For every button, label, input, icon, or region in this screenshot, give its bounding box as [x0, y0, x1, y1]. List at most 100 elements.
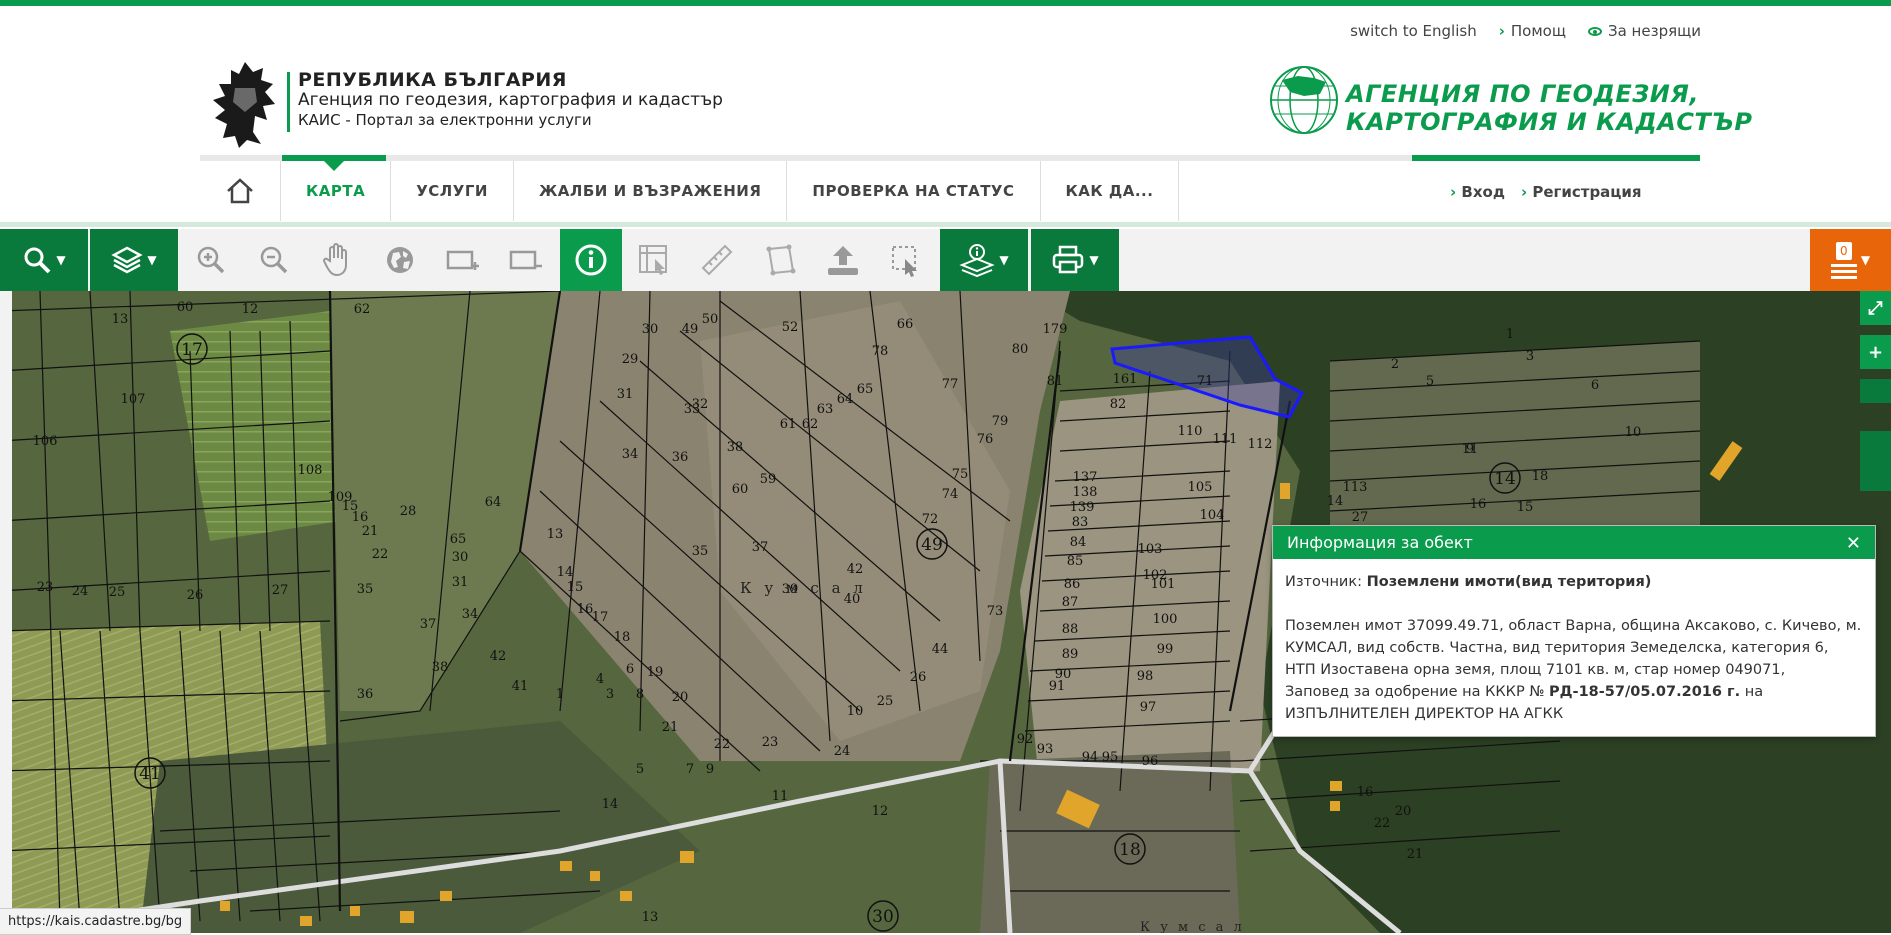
- parcel-number-label[interactable]: 38: [432, 660, 449, 675]
- parcel-number-label[interactable]: 18: [1532, 469, 1549, 484]
- accessibility-link[interactable]: За незрящи: [1587, 22, 1701, 40]
- parcel-number-label[interactable]: 10: [847, 704, 864, 719]
- parcel-number-label[interactable]: 99: [1157, 642, 1174, 657]
- parcel-number-label[interactable]: 76: [977, 432, 994, 447]
- parcel-number-label[interactable]: 104: [1200, 508, 1225, 523]
- parcel-number-label[interactable]: 37: [752, 540, 769, 555]
- parcel-number-label[interactable]: 26: [910, 670, 927, 685]
- parcel-number-label[interactable]: 42: [847, 562, 864, 577]
- parcel-number-label[interactable]: 75: [952, 467, 969, 482]
- parcel-number-label[interactable]: 2: [1391, 357, 1399, 372]
- parcel-number-label[interactable]: 81: [1047, 374, 1064, 389]
- parcel-number-label[interactable]: 79: [992, 414, 1009, 429]
- parcel-number-label[interactable]: 87: [1062, 595, 1079, 610]
- parcel-number-label[interactable]: 22: [372, 547, 389, 562]
- parcel-number-label[interactable]: 27: [1352, 510, 1369, 525]
- parcel-number-label[interactable]: 5: [636, 762, 644, 777]
- parcel-number-label[interactable]: 60: [732, 482, 749, 497]
- parcel-number-label[interactable]: 11: [1462, 442, 1479, 457]
- upload-button[interactable]: [812, 229, 874, 291]
- parcel-number-label[interactable]: 97: [1140, 700, 1157, 715]
- tab-services[interactable]: УСЛУГИ: [391, 161, 514, 221]
- zoom-box-in-button[interactable]: [432, 229, 494, 291]
- parcel-number-label[interactable]: 107: [121, 392, 146, 407]
- basket-button[interactable]: 0 ▼: [1810, 229, 1891, 291]
- parcel-number-label[interactable]: 95: [1102, 750, 1119, 765]
- parcel-number-label[interactable]: 35: [357, 582, 374, 597]
- parcel-number-label[interactable]: 93: [1037, 742, 1054, 757]
- parcel-number-label[interactable]: 179: [1043, 322, 1068, 337]
- parcel-number-label[interactable]: 64: [837, 392, 854, 407]
- parcel-number-label[interactable]: 14: [1327, 494, 1344, 509]
- parcel-number-label[interactable]: 65: [857, 382, 874, 397]
- search-tool-button[interactable]: ▼: [0, 229, 88, 291]
- parcel-number-label[interactable]: 89: [1062, 647, 1079, 662]
- parcel-number-label[interactable]: 34: [622, 447, 639, 462]
- parcel-number-label[interactable]: 6: [626, 662, 634, 677]
- tab-status-check[interactable]: ПРОВЕРКА НА СТАТУС: [787, 161, 1041, 221]
- parcel-number-label[interactable]: 28: [400, 504, 417, 519]
- parcel-number-label[interactable]: 41: [512, 679, 529, 694]
- parcel-number-label[interactable]: 82: [1110, 397, 1127, 412]
- parcel-number-label[interactable]: 94: [1082, 750, 1099, 765]
- parcel-number-label[interactable]: 110: [1178, 424, 1203, 439]
- parcel-number-label[interactable]: 106: [33, 434, 58, 449]
- parcel-number-label[interactable]: 1: [556, 687, 564, 702]
- parcel-number-label[interactable]: 22: [714, 737, 731, 752]
- parcel-number-label[interactable]: 98: [1137, 669, 1154, 684]
- parcel-number-label[interactable]: 61: [780, 417, 797, 432]
- parcel-number-label[interactable]: 88: [1062, 622, 1079, 637]
- parcel-number-label[interactable]: 85: [1067, 554, 1084, 569]
- parcel-number-label[interactable]: 59: [760, 472, 777, 487]
- parcel-number-label[interactable]: 91: [1049, 679, 1066, 694]
- parcel-number-label[interactable]: 113: [1343, 480, 1368, 495]
- parcel-number-label[interactable]: 6: [1591, 378, 1599, 393]
- parcel-number-label[interactable]: 1: [1506, 327, 1514, 342]
- parcel-number-label[interactable]: 96: [1142, 754, 1159, 769]
- parcel-number-label[interactable]: 24: [72, 584, 89, 599]
- parcel-number-label[interactable]: 16: [352, 510, 369, 525]
- parcel-number-label[interactable]: 72: [922, 512, 939, 527]
- parcel-number-label[interactable]: 74: [942, 487, 959, 502]
- parcel-number-label[interactable]: 38: [727, 440, 744, 455]
- parcel-number-label[interactable]: 92: [1017, 732, 1034, 747]
- parcel-number-label[interactable]: 83: [1072, 515, 1089, 530]
- parcel-number-label[interactable]: 7: [686, 762, 694, 777]
- parcel-number-label[interactable]: 80: [1012, 342, 1029, 357]
- measure-area-button[interactable]: [749, 229, 811, 291]
- parcel-number-label[interactable]: 13: [112, 312, 129, 327]
- parcel-number-label[interactable]: 14: [557, 565, 574, 580]
- tab-complaints[interactable]: ЖАЛБИ И ВЪЗРАЖЕНИЯ: [514, 161, 788, 221]
- parcel-number-label[interactable]: 50: [702, 312, 719, 327]
- parcel-number-label[interactable]: 34: [462, 607, 479, 622]
- parcel-number-label[interactable]: 32: [692, 397, 709, 412]
- parcel-number-label[interactable]: 49: [682, 322, 699, 337]
- parcel-number-label[interactable]: 21: [662, 720, 679, 735]
- parcel-number-label[interactable]: 19: [647, 665, 664, 680]
- parcel-number-label[interactable]: 23: [37, 580, 54, 595]
- parcel-number-label[interactable]: 37: [420, 617, 437, 632]
- tab-map[interactable]: КАРТА: [281, 161, 392, 221]
- parcel-number-label[interactable]: 3: [1526, 349, 1534, 364]
- parcel-number-label[interactable]: 25: [109, 585, 126, 600]
- map-zoom-in-button[interactable]: +: [1860, 335, 1891, 369]
- help-link[interactable]: › Помощ: [1499, 22, 1566, 40]
- layer-info-button[interactable]: ▼: [940, 229, 1028, 291]
- parcel-number-label[interactable]: 138: [1073, 485, 1098, 500]
- parcel-number-label[interactable]: 71: [1197, 374, 1214, 389]
- parcel-number-label[interactable]: 27: [272, 583, 289, 598]
- parcel-number-label[interactable]: 12: [872, 804, 889, 819]
- parcel-number-label[interactable]: 12: [242, 302, 259, 317]
- parcel-number-label[interactable]: 16: [1470, 497, 1487, 512]
- layers-tool-button[interactable]: ▼: [90, 229, 178, 291]
- parcel-number-label[interactable]: 21: [362, 524, 379, 539]
- parcel-number-label[interactable]: 77: [942, 377, 959, 392]
- parcel-number-label[interactable]: 111: [1213, 432, 1238, 447]
- parcel-number-label[interactable]: 62: [802, 417, 819, 432]
- parcel-number-label[interactable]: 78: [872, 344, 889, 359]
- measure-distance-button[interactable]: [686, 229, 748, 291]
- parcel-number-label[interactable]: 13: [642, 910, 659, 925]
- parcel-number-label[interactable]: 20: [672, 690, 689, 705]
- parcel-number-label[interactable]: 22: [1374, 816, 1391, 831]
- parcel-number-label[interactable]: 108: [298, 463, 323, 478]
